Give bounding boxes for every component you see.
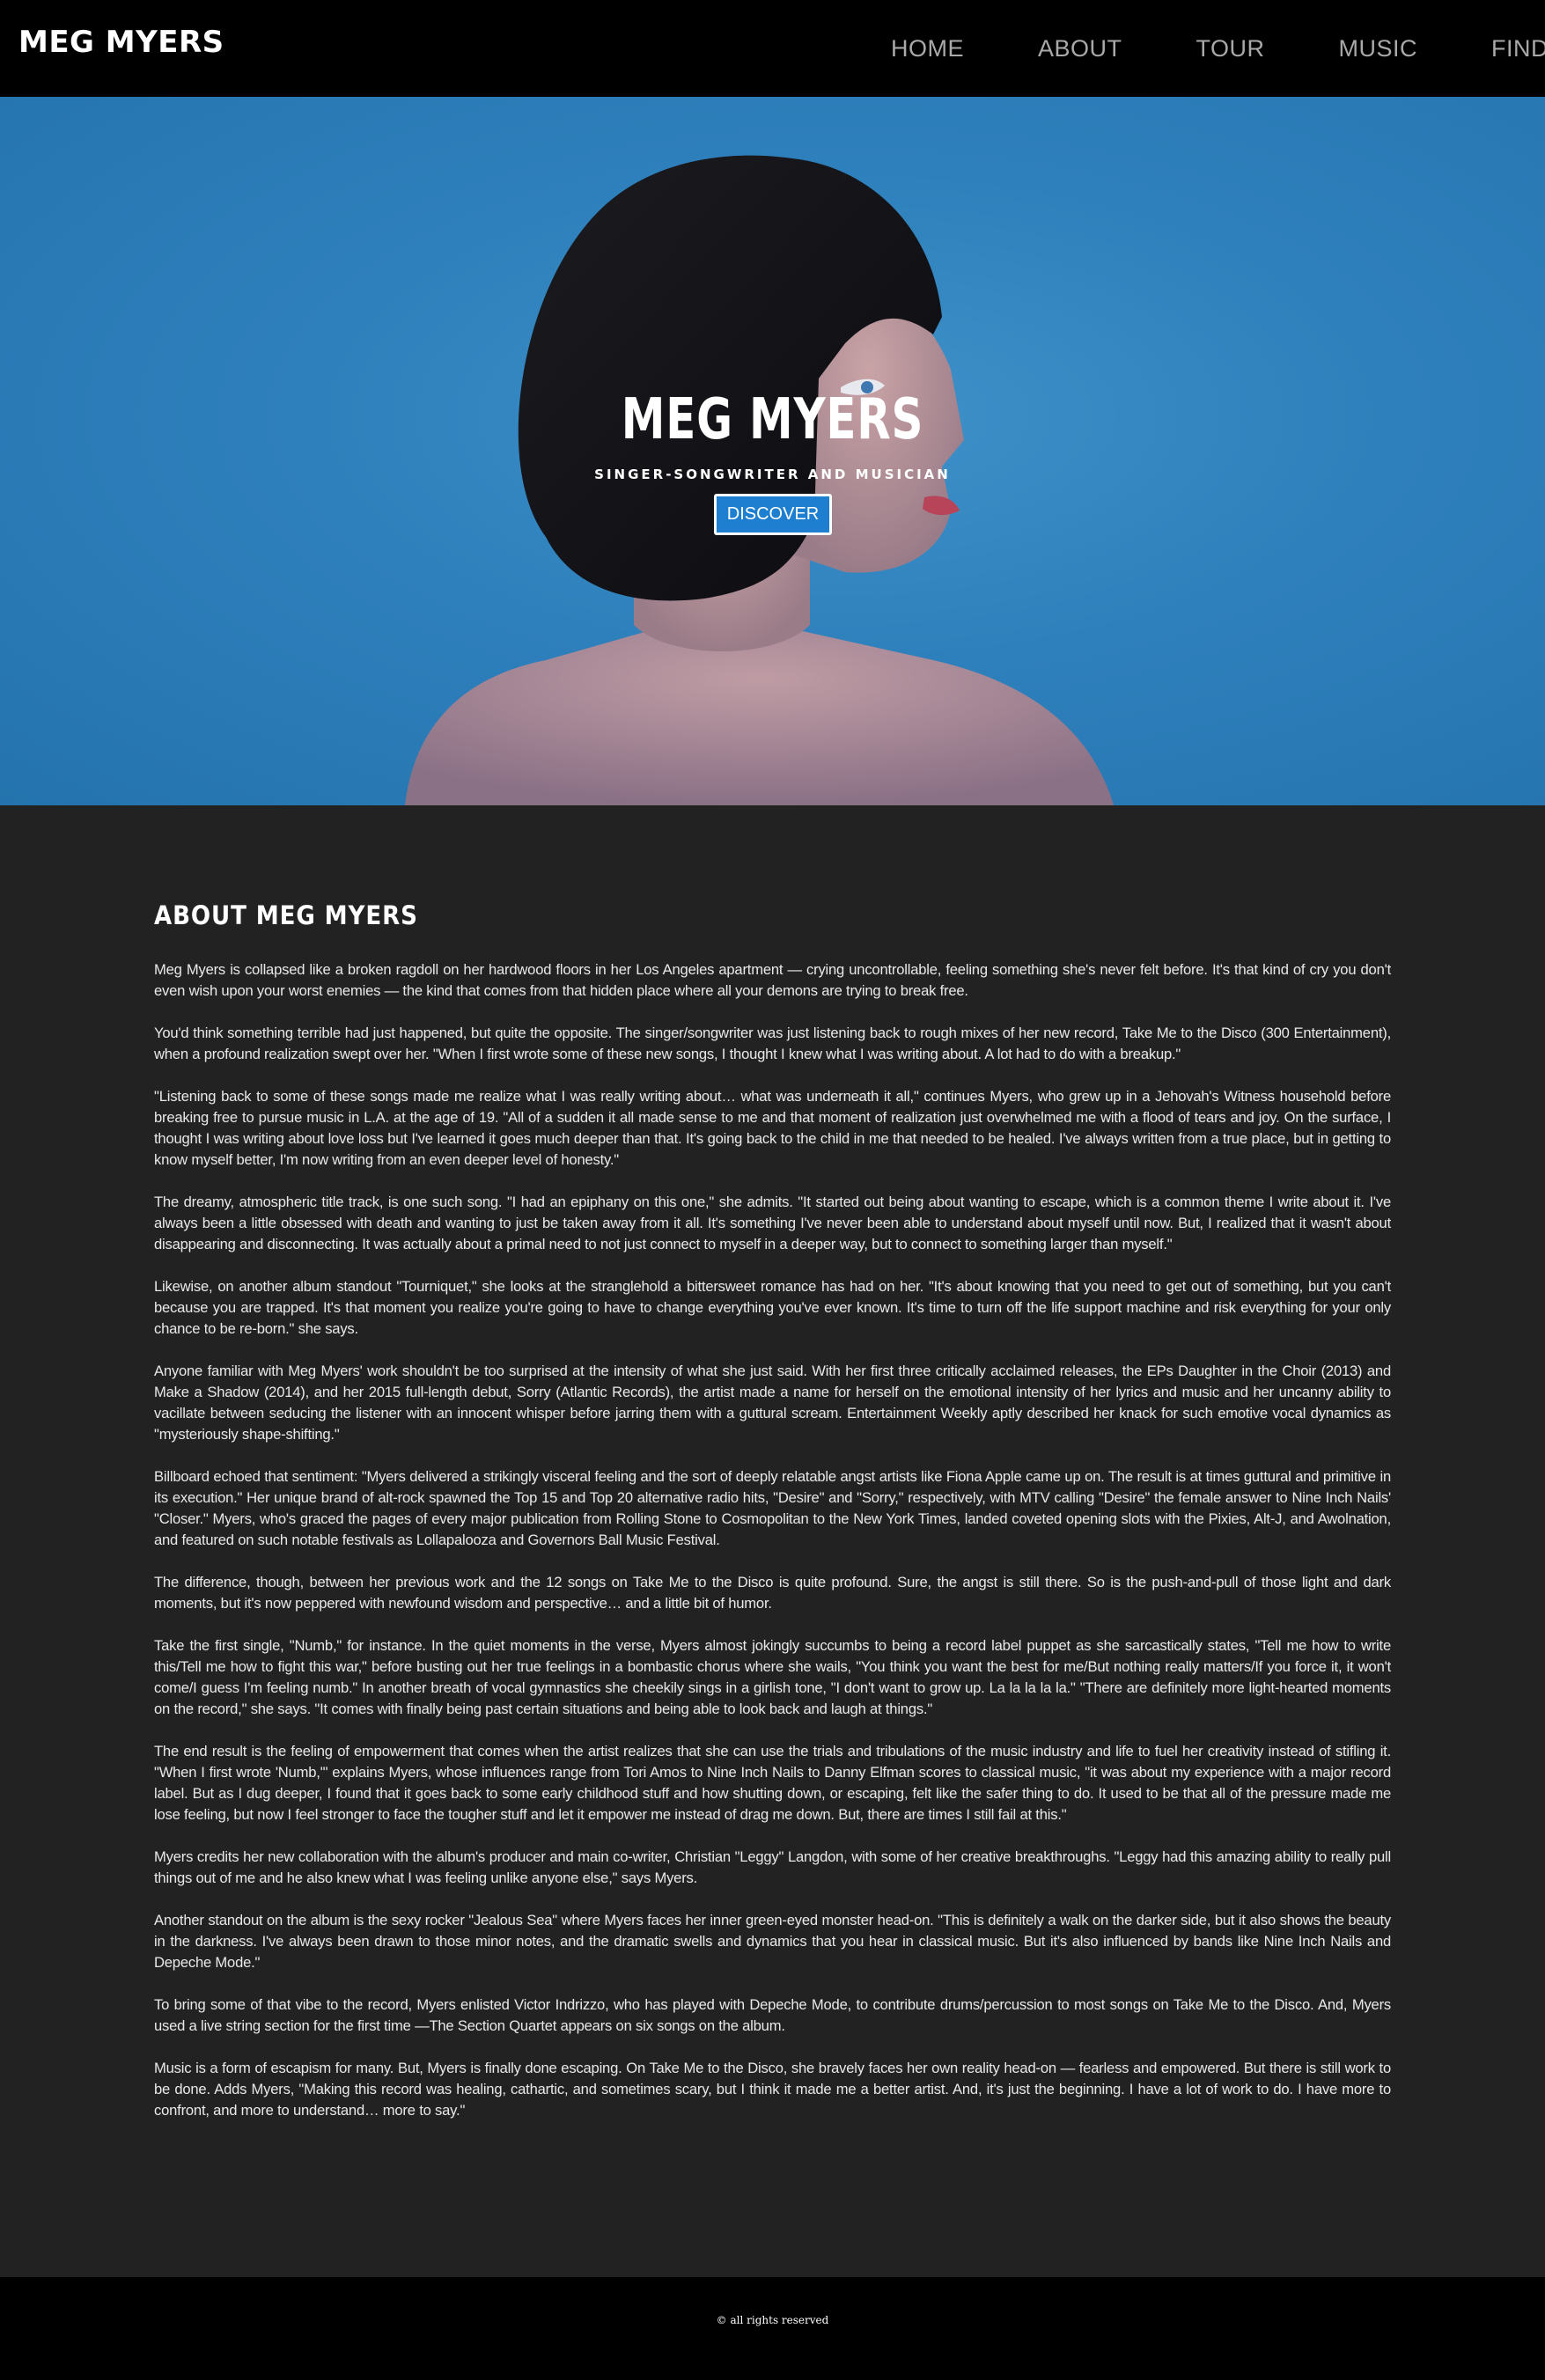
navbar: MEG MYERS HOME ABOUT TOUR MUSIC FIND [0, 0, 1545, 97]
nav-about[interactable]: ABOUT [1038, 35, 1122, 62]
about-paragraph: You'd think something terrible had just … [154, 1025, 1391, 1062]
footer: © all rights reserved [0, 2277, 1545, 2380]
hero-title: MEG MYERS [621, 387, 924, 452]
hero-section: MEG MYERS SINGER-SONGWRITER AND MUSICIAN… [0, 97, 1545, 805]
nav-music[interactable]: MUSIC [1339, 35, 1418, 62]
about-heading: ABOUT MEG MYERS [154, 900, 418, 930]
copyright-text: © all rights reserved [716, 2314, 829, 2326]
about-paragraph: Take the first single, "Numb," for insta… [154, 1637, 1391, 1717]
about-paragraph: Billboard echoed that sentiment: "Myers … [154, 1468, 1391, 1548]
about-paragraph: Myers credits her new collaboration with… [154, 1848, 1391, 1886]
nav-tour[interactable]: TOUR [1196, 35, 1264, 62]
about-paragraph: To bring some of that vibe to the record… [154, 1996, 1391, 2034]
nav-menu: HOME ABOUT TOUR MUSIC FIND [817, 0, 1545, 97]
nav-home[interactable]: HOME [891, 35, 964, 62]
about-paragraph: The difference, though, between her prev… [154, 1574, 1391, 1612]
about-paragraph: Anyone familiar with Meg Myers' work sho… [154, 1363, 1391, 1443]
about-paragraph: Likewise, on another album standout "Tou… [154, 1278, 1391, 1337]
about-paragraph: "Listening back to some of these songs m… [154, 1088, 1391, 1168]
nav-find[interactable]: FIND [1491, 35, 1545, 62]
about-section: ABOUT MEG MYERS Meg Myers is collapsed l… [0, 805, 1545, 2277]
hero-subtitle: SINGER-SONGWRITER AND MUSICIAN [594, 466, 951, 482]
about-paragraph: The end result is the feeling of empower… [154, 1743, 1391, 1823]
about-paragraph: The dreamy, atmospheric title track, is … [154, 1194, 1391, 1252]
about-paragraph: Music is a form of escapism for many. Bu… [154, 2060, 1391, 2119]
brand-logo[interactable]: MEG MYERS [18, 25, 224, 60]
about-body: Meg Myers is collapsed like a broken rag… [154, 959, 1391, 2142]
discover-button[interactable]: DISCOVER [714, 494, 832, 535]
about-paragraph: Meg Myers is collapsed like a broken rag… [154, 961, 1391, 999]
about-paragraph: Another standout on the album is the sex… [154, 1912, 1391, 1971]
